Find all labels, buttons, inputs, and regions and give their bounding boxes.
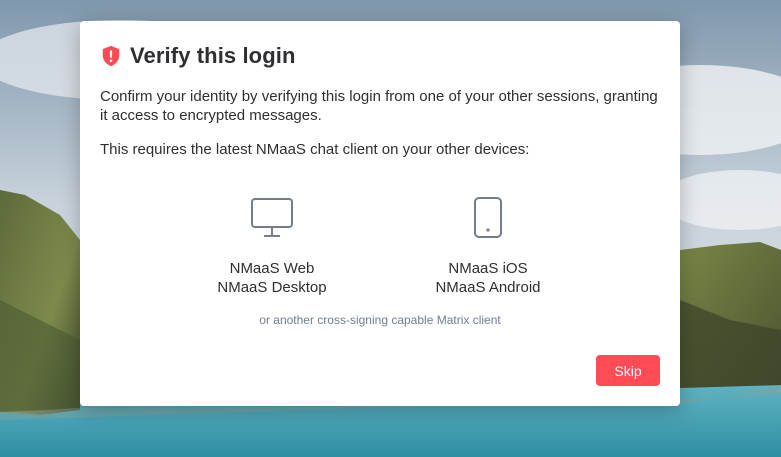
monitor-icon: [251, 198, 293, 237]
cross-signing-note: or another cross-signing capable Matrix …: [259, 313, 501, 327]
desktop-clients: NMaaS Web NMaaS Desktop: [192, 197, 352, 297]
skip-button[interactable]: Skip: [596, 355, 660, 386]
desktop-client-web: NMaaS Web: [229, 260, 315, 277]
verify-login-dialog: Verify this login Confirm your identity …: [80, 21, 680, 406]
phone-icon: [474, 197, 502, 238]
mobile-client-android: NMaaS Android: [435, 279, 541, 296]
dialog-description: Confirm your identity by verifying this …: [100, 88, 658, 124]
dialog-title: Verify this login: [130, 43, 296, 68]
mobile-clients: NMaaS iOS NMaaS Android: [408, 197, 568, 297]
shield-warning-icon: [102, 45, 120, 67]
requirement-text: This requires the latest NMaaS chat clie…: [100, 141, 530, 158]
mobile-client-ios: NMaaS iOS: [448, 260, 528, 277]
dialog-header: Verify this login: [100, 43, 296, 69]
desktop-client-desktop: NMaaS Desktop: [217, 279, 327, 296]
